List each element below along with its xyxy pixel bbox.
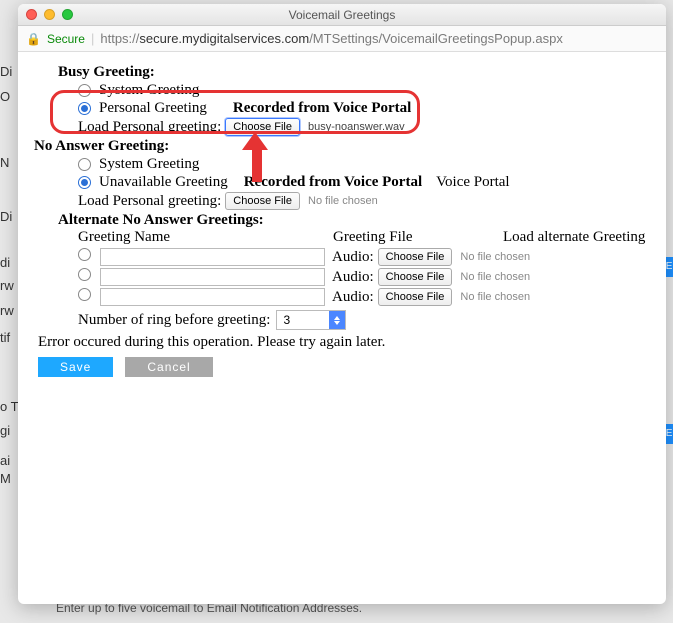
- noanswer-choose-file-button[interactable]: Choose File: [225, 192, 300, 210]
- maximize-icon[interactable]: [62, 9, 73, 20]
- alt-radio-3[interactable]: [78, 288, 91, 301]
- window-titlebar: Voicemail Greetings: [18, 4, 666, 26]
- alt-name-input-1[interactable]: [100, 248, 325, 266]
- lock-icon: 🔒: [26, 32, 41, 46]
- window-title: Voicemail Greetings: [18, 8, 666, 22]
- bg-fragment: ai: [0, 453, 20, 468]
- minimize-icon[interactable]: [44, 9, 55, 20]
- ring-select[interactable]: 3: [276, 310, 346, 330]
- noanswer-system-radio[interactable]: [78, 158, 91, 171]
- url-bar[interactable]: 🔒 Secure | https://secure.mydigitalservi…: [18, 26, 666, 52]
- busy-system-radio[interactable]: [78, 84, 91, 97]
- save-button[interactable]: Save: [38, 357, 113, 377]
- alt-header-load: Load alternate Greeting: [503, 229, 645, 246]
- popup-content: Busy Greeting: System Greeting Personal …: [18, 52, 666, 397]
- chevron-updown-icon: [329, 311, 345, 329]
- bg-fragment: M: [0, 471, 20, 486]
- alt-choose-file-2[interactable]: Choose File: [378, 268, 453, 286]
- bg-fragment: rw: [0, 278, 20, 293]
- window-traffic-lights[interactable]: [26, 9, 73, 20]
- alt-choose-file-3[interactable]: Choose File: [378, 288, 453, 306]
- bg-fragment: Di: [0, 209, 20, 224]
- bg-fragment: O: [0, 89, 20, 104]
- bg-fragment: di: [0, 255, 20, 270]
- error-message: Error occured during this operation. Ple…: [38, 334, 646, 351]
- noanswer-recorded-label: Recorded from Voice Portal: [244, 174, 422, 191]
- alt-row: Audio: Choose File No file chosen: [78, 288, 646, 306]
- alt-filename-1: No file chosen: [460, 251, 530, 263]
- busy-system-label: System Greeting: [99, 82, 199, 99]
- secure-label: Secure: [47, 32, 85, 46]
- busy-filename: busy-noanswer.wav: [308, 121, 405, 133]
- alt-audio-label: Audio:: [332, 289, 374, 306]
- busy-personal-label: Personal Greeting: [99, 100, 207, 117]
- ring-value: 3: [283, 313, 290, 327]
- alt-audio-label: Audio:: [332, 249, 374, 266]
- busy-personal-radio[interactable]: [78, 102, 91, 115]
- alt-name-input-2[interactable]: [100, 268, 325, 286]
- ring-label: Number of ring before greeting:: [78, 312, 270, 329]
- busy-greeting-title: Busy Greeting:: [58, 64, 646, 81]
- noanswer-system-label: System Greeting: [99, 156, 199, 173]
- noanswer-unavailable-radio[interactable]: [78, 176, 91, 189]
- bg-fragment: rw: [0, 303, 20, 318]
- alt-filename-2: No file chosen: [460, 271, 530, 283]
- close-icon[interactable]: [26, 9, 37, 20]
- alt-audio-label: Audio:: [332, 269, 374, 286]
- alt-row: Audio: Choose File No file chosen: [78, 268, 646, 286]
- alt-radio-1[interactable]: [78, 248, 91, 261]
- busy-load-label: Load Personal greeting:: [78, 119, 221, 136]
- busy-choose-file-button[interactable]: Choose File: [225, 118, 300, 136]
- alt-name-input-3[interactable]: [100, 288, 325, 306]
- alt-choose-file-1[interactable]: Choose File: [378, 248, 453, 266]
- noanswer-title: No Answer Greeting:: [34, 138, 646, 155]
- busy-recorded-label: Recorded from Voice Portal: [233, 100, 411, 117]
- bg-fragment: gi: [0, 423, 20, 438]
- alt-filename-3: No file chosen: [460, 291, 530, 303]
- bg-fragment: N: [0, 155, 20, 170]
- alt-row: Audio: Choose File No file chosen: [78, 248, 646, 266]
- cancel-button[interactable]: Cancel: [125, 357, 212, 377]
- alt-radio-2[interactable]: [78, 268, 91, 281]
- url-text: https://secure.mydigitalservices.com/MTS…: [100, 31, 562, 46]
- noanswer-load-label: Load Personal greeting:: [78, 193, 221, 210]
- alt-header-name: Greeting Name: [78, 229, 333, 246]
- noanswer-unavailable-label: Unavailable Greeting: [99, 174, 228, 191]
- noanswer-filename: No file chosen: [308, 195, 378, 207]
- bg-fragment: tif: [0, 330, 20, 345]
- alt-header-file: Greeting File: [333, 229, 503, 246]
- bg-fragment: Di: [0, 64, 20, 79]
- bg-fragment: o T: [0, 399, 20, 414]
- noanswer-vp-label: Voice Portal: [436, 174, 509, 191]
- alternate-title: Alternate No Answer Greetings:: [58, 212, 646, 229]
- popup-window: Voicemail Greetings 🔒 Secure | https://s…: [18, 4, 666, 604]
